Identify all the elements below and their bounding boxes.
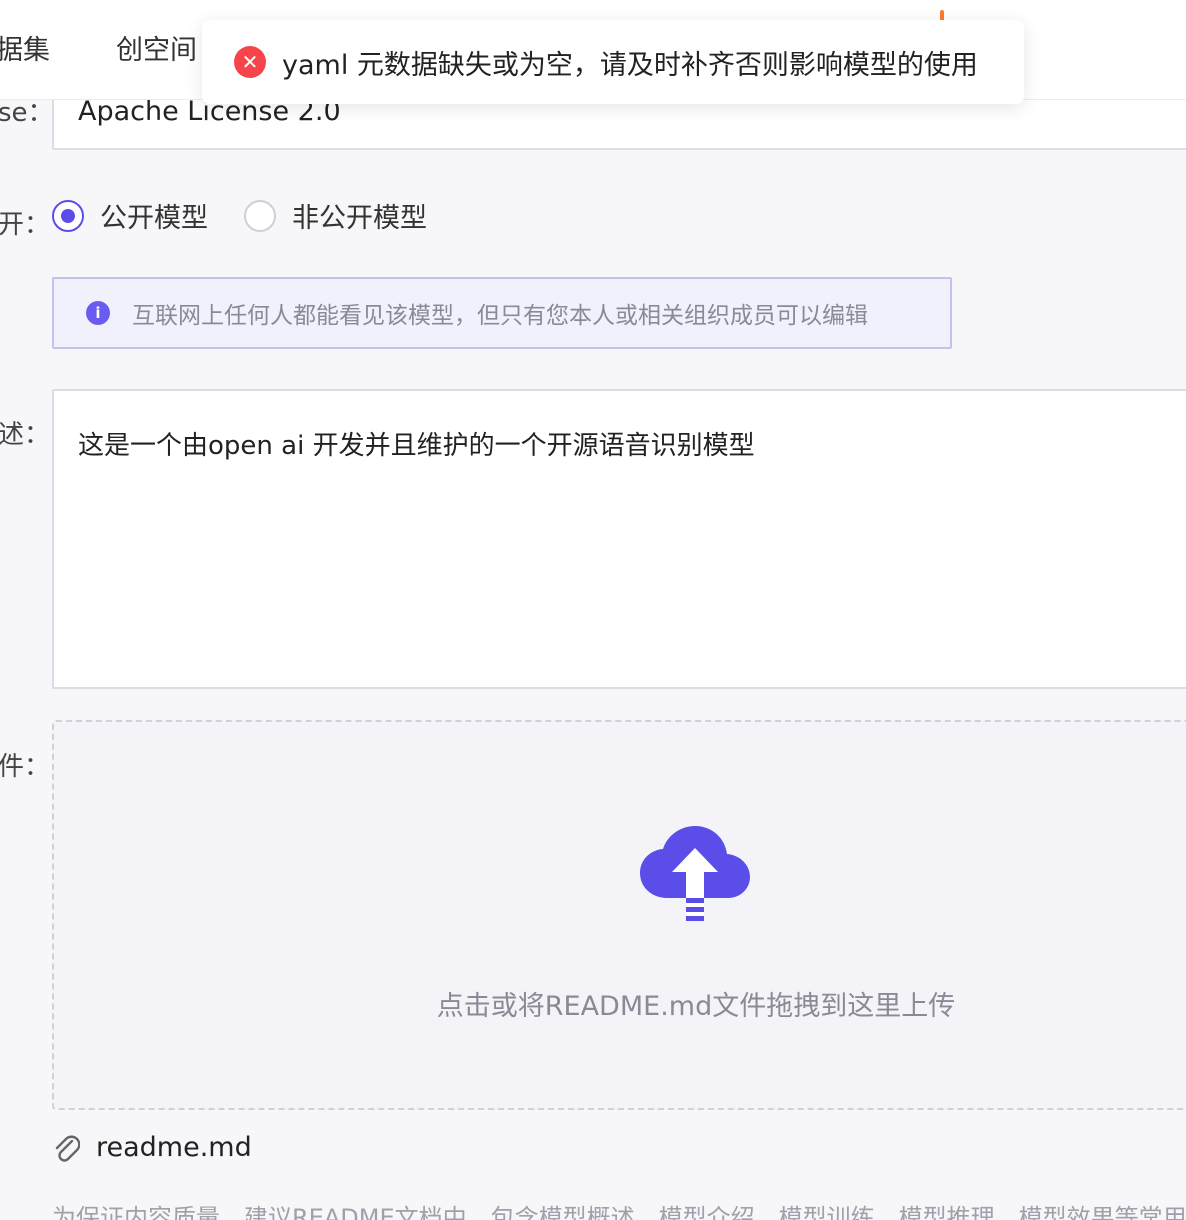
toast-message: yaml 元数据缺失或为空，请及时补齐否则影响模型的使用 bbox=[282, 49, 978, 81]
radio-private-label: 非公开模型 bbox=[292, 203, 427, 234]
attached-file-name[interactable]: readme.md bbox=[96, 1132, 252, 1163]
error-toast: ✕ yaml 元数据缺失或为空，请及时补齐否则影响模型的使用 bbox=[202, 20, 1024, 104]
radio-unchecked-icon[interactable] bbox=[244, 199, 276, 232]
description-label: 述： bbox=[0, 420, 51, 450]
readme-hint: 为保证内容质量，建议README文档中，包含模型概述、模型介绍、模型训练、模型推… bbox=[52, 1204, 1186, 1220]
readme-dropzone[interactable]: 点击或将README.md文件拖拽到这里上传 bbox=[52, 720, 1186, 1110]
visibility-info-box: i 互联网上任何人都能看见该模型，但只有您本人或相关组织成员可以编辑 bbox=[52, 277, 952, 349]
radio-public-label: 公开模型 bbox=[100, 203, 208, 234]
description-textarea[interactable]: 这是一个由open ai 开发并且维护的一个开源语音识别模型 bbox=[52, 389, 1186, 689]
description-value: 这是一个由open ai 开发并且维护的一个开源语音识别模型 bbox=[78, 431, 755, 461]
info-icon: i bbox=[86, 301, 110, 325]
radio-public-model[interactable]: 公开模型 bbox=[52, 196, 208, 235]
attached-file[interactable]: readme.md bbox=[52, 1132, 252, 1163]
visibility-label: 开： bbox=[0, 210, 51, 240]
nav-datasets[interactable]: 据集 bbox=[0, 28, 50, 67]
visibility-info-text: 互联网上任何人都能看见该模型，但只有您本人或相关组织成员可以编辑 bbox=[132, 303, 868, 329]
nav-spaces[interactable]: 创空间 bbox=[116, 28, 197, 67]
page: Apache License 2.0 se： 据集 创空间 ✕ yaml 元数据… bbox=[0, 0, 1186, 1220]
radio-private-model[interactable]: 非公开模型 bbox=[244, 196, 427, 235]
readme-label: 件： bbox=[0, 752, 51, 782]
dropzone-text: 点击或将README.md文件拖拽到这里上传 bbox=[436, 991, 956, 1022]
cloud-upload-icon bbox=[640, 826, 750, 921]
radio-checked-icon[interactable] bbox=[52, 199, 84, 232]
paperclip-icon bbox=[55, 1135, 80, 1162]
error-icon: ✕ bbox=[234, 46, 266, 78]
